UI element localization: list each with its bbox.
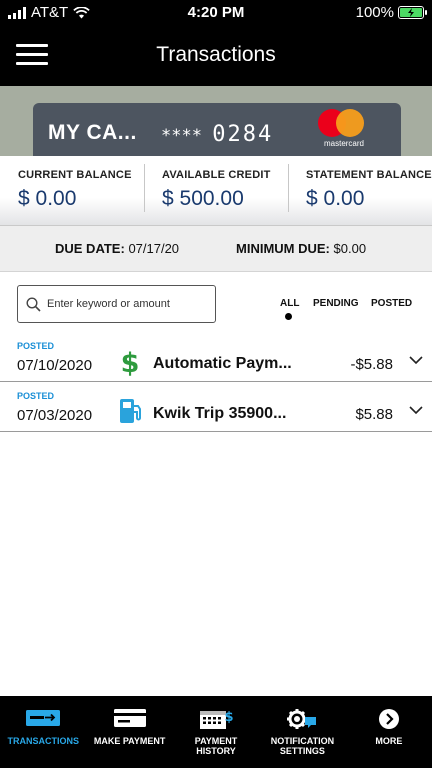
transaction-status: POSTED (17, 391, 55, 401)
balance-summary: CURRENT BALANCE $ 0.00 AVAILABLE CREDIT … (0, 156, 432, 226)
filter-pending-tab[interactable]: PENDING (313, 298, 359, 309)
filter-posted-tab[interactable]: POSTED (371, 298, 412, 309)
card-number: **** 0284 (161, 122, 273, 147)
gas-pump-icon (119, 398, 143, 429)
due-date: DUE DATE: 07/17/20 (55, 241, 179, 256)
filter-all-tab[interactable]: ALL (280, 298, 299, 309)
search-input[interactable]: Enter keyword or amount (17, 285, 216, 323)
statement-balance-value: $ 0.00 (306, 187, 365, 210)
nav-transactions[interactable]: TRANSACTIONS (0, 696, 86, 768)
status-right: 100% (355, 4, 427, 21)
app-header: Transactions (0, 26, 432, 86)
statement-balance: STATEMENT BALANCE $ 0.00 (288, 156, 432, 225)
transaction-date: 07/10/2020 (17, 357, 93, 374)
chevron-down-icon[interactable] (409, 406, 423, 415)
nav-more[interactable]: MORE (346, 696, 432, 768)
card-transfer-icon (26, 710, 61, 726)
card-last-four: 0284 (212, 122, 274, 147)
available-credit-label: AVAILABLE CREDIT (162, 169, 271, 181)
current-balance: CURRENT BALANCE $ 0.00 (0, 156, 144, 225)
card-name: MY CA... (48, 121, 137, 144)
status-bar: AT&T 4:20 PM 100% (0, 0, 432, 26)
svg-text:$: $ (224, 710, 233, 725)
nav-payment-history-label: PAYMENT HISTORY (194, 736, 238, 756)
nav-make-payment-label: MAKE PAYMENT (93, 736, 166, 746)
nav-notification-settings-label: NOTIFICATION SETTINGS (270, 736, 335, 756)
minimum-due-label: MINIMUM DUE: (236, 241, 330, 256)
chevron-down-icon[interactable] (409, 356, 423, 365)
filter-selected-indicator (285, 313, 292, 320)
transaction-merchant: Kwik Trip 35900... (153, 405, 287, 422)
transaction-row[interactable]: POSTED 07/10/2020 $ Automatic Paym... -$… (0, 334, 432, 382)
minimum-due: MINIMUM DUE: $0.00 (236, 241, 366, 256)
due-date-label: DUE DATE: (55, 241, 125, 256)
transaction-merchant: Automatic Paym... (153, 355, 292, 372)
calendar-dollar-icon: $ (200, 710, 234, 729)
search-icon (26, 296, 41, 312)
chevron-right-circle-icon (378, 709, 399, 729)
transaction-row[interactable]: POSTED 07/03/2020 Kwik Trip 35900... $5.… (0, 384, 432, 432)
current-balance-label: CURRENT BALANCE (18, 169, 132, 181)
nav-more-label: MORE (375, 736, 403, 746)
transaction-amount: $5.88 (355, 406, 393, 423)
bottom-navigation: TRANSACTIONS MAKE PAYMENT $ PAYMENTHIST (0, 696, 432, 768)
transaction-status: POSTED (17, 341, 55, 351)
due-date-value: 07/17/20 (128, 241, 180, 256)
available-credit: AVAILABLE CREDIT $ 500.00 (144, 156, 288, 225)
gear-chat-icon (287, 709, 317, 729)
battery-charging-icon (398, 6, 427, 19)
current-balance-value: $ 0.00 (18, 187, 77, 210)
battery-percent: 100% (355, 4, 394, 21)
mastercard-logo-text: mastercard (323, 139, 364, 148)
transaction-date: 07/03/2020 (17, 407, 93, 424)
statement-balance-label: STATEMENT BALANCE (306, 169, 432, 181)
credit-card-image: MY CA... **** 0284 mastercard (33, 103, 401, 156)
search-placeholder: Enter keyword or amount (47, 298, 170, 310)
due-info: DUE DATE: 07/17/20 MINIMUM DUE: $0.00 (0, 226, 432, 272)
svg-text:$: $ (121, 348, 140, 376)
nav-notification-settings[interactable]: NOTIFICATION SETTINGS (259, 696, 345, 768)
dollar-sign-icon: $ (119, 348, 141, 381)
available-credit-value: $ 500.00 (162, 187, 244, 210)
page-title: Transactions (156, 43, 276, 66)
mastercard-logo: mastercard (318, 109, 370, 149)
card-icon (113, 709, 146, 727)
nav-transactions-label: TRANSACTIONS (7, 736, 79, 746)
nav-make-payment[interactable]: MAKE PAYMENT (86, 696, 172, 768)
card-banner: MY CA... **** 0284 mastercard (0, 86, 432, 156)
nav-payment-history[interactable]: $ PAYMENT HISTORY (173, 696, 259, 768)
minimum-due-value: $0.00 (333, 241, 367, 256)
card-number-mask: **** (161, 126, 202, 146)
transaction-amount: -$5.88 (350, 356, 393, 373)
